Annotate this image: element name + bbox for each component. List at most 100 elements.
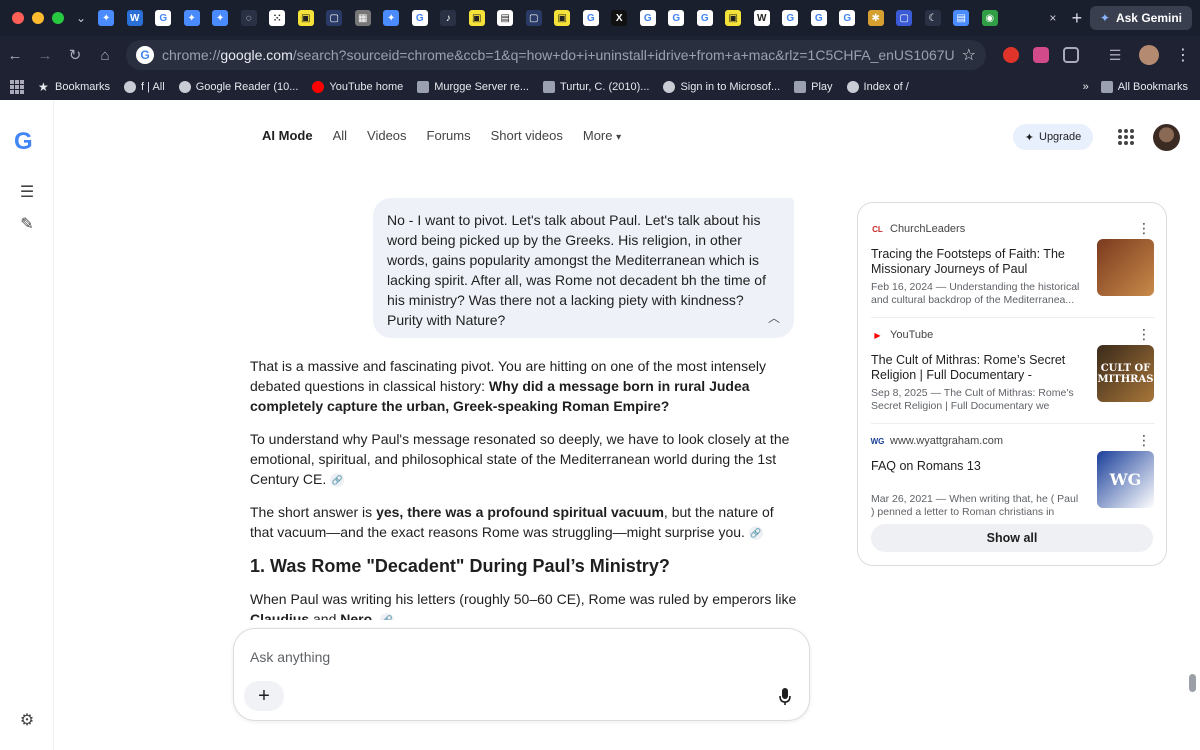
source-title[interactable]: Tracing the Footsteps of Faith: The Miss…	[871, 247, 1083, 277]
google-icon: G	[839, 10, 856, 26]
browser-tab[interactable]: ♪	[434, 0, 463, 36]
chevron-up-icon[interactable]: ︿	[768, 308, 780, 328]
browser-tab[interactable]: W	[121, 0, 150, 36]
bookmark-item[interactable]: Murgge Server re...	[417, 81, 529, 93]
browser-tab[interactable]: ☾	[919, 0, 948, 36]
tab-short-videos[interactable]: Short videos	[491, 128, 563, 143]
browser-tab[interactable]: ▣	[548, 0, 577, 36]
bookmark-item[interactable]: ★ Bookmarks	[38, 81, 110, 93]
browser-tab[interactable]: ▣	[719, 0, 748, 36]
bookmark-item[interactable]: Turtur, C. (2010)...	[543, 81, 649, 93]
source-thumbnail[interactable]	[1097, 239, 1154, 296]
browser-tab[interactable]: ▢	[890, 0, 919, 36]
bookmark-item[interactable]: Sign in to Microsof...	[663, 81, 780, 93]
profile-avatar-icon[interactable]	[1136, 42, 1162, 68]
browser-tab[interactable]: ✦	[206, 0, 235, 36]
minimize-window-icon[interactable]	[32, 12, 44, 24]
close-window-icon[interactable]	[12, 12, 24, 24]
browser-tab[interactable]: ✱	[862, 0, 891, 36]
source-card[interactable]: WG www.wyattgraham.com ⋮ FAQ on Romans 13 Ma…	[871, 433, 1155, 533]
source-card[interactable]: ▶ YouTube ⋮ The Cult of Mithras: Rome’s Sec…	[871, 327, 1155, 427]
extensions-puzzle-icon[interactable]	[1058, 42, 1084, 68]
forward-icon[interactable]: →	[30, 40, 60, 70]
more-options-icon[interactable]: ⋮	[1137, 327, 1151, 341]
ask-anything-input[interactable]	[250, 649, 770, 665]
extension-red-icon[interactable]	[998, 42, 1024, 68]
browser-tab[interactable]: ✦	[178, 0, 207, 36]
reading-list-icon[interactable]: ☰	[1102, 42, 1128, 68]
address-url[interactable]: chrome://google.com/search?sourceid=chro…	[162, 47, 954, 63]
browser-tab[interactable]: G	[691, 0, 720, 36]
browser-tab[interactable]: ⁙	[263, 0, 292, 36]
back-icon[interactable]: ←	[0, 40, 30, 70]
new-chat-icon[interactable]: ✎	[17, 214, 37, 234]
browser-tab[interactable]: ▤	[491, 0, 520, 36]
bookmark-item[interactable]: f | All	[124, 81, 165, 93]
bookmarks-overflow-icon[interactable]: »	[1083, 81, 1089, 93]
bookmark-star-icon[interactable]: ☆	[962, 45, 976, 65]
browser-tab[interactable]: G	[833, 0, 862, 36]
browser-tab[interactable]: ◉	[976, 0, 1005, 36]
extension-pink-icon[interactable]	[1028, 42, 1054, 68]
microphone-icon[interactable]	[777, 687, 793, 707]
tab-all[interactable]: All	[333, 128, 347, 143]
browser-tab[interactable]: G	[805, 0, 834, 36]
tab-videos[interactable]: Videos	[367, 128, 407, 143]
browser-tab[interactable]: W	[748, 0, 777, 36]
more-options-icon[interactable]: ⋮	[1137, 221, 1151, 235]
browser-tab[interactable]: ✦	[92, 0, 121, 36]
page-scrollbar[interactable]	[1189, 674, 1196, 692]
tab-search-chevron-icon[interactable]: ⌄	[70, 11, 92, 25]
browser-tab[interactable]: G	[149, 0, 178, 36]
add-attachment-button[interactable]: +	[244, 681, 284, 711]
tab-more[interactable]: More ▾	[583, 128, 621, 143]
settings-icon[interactable]: ⚙	[17, 710, 37, 730]
google-logo-icon[interactable]: G	[14, 130, 38, 154]
menu-icon[interactable]: ☰	[17, 182, 37, 202]
bookmark-item[interactable]: Index of /	[846, 81, 909, 93]
source-thumbnail[interactable]: CULT OF MITHRAS	[1097, 345, 1154, 402]
more-options-icon[interactable]: ⋮	[1137, 433, 1151, 447]
browser-tab[interactable]: ▣	[463, 0, 492, 36]
link-icon[interactable]: 🔗	[748, 526, 763, 541]
maximize-window-icon[interactable]	[52, 12, 64, 24]
link-icon[interactable]: 🔗	[330, 473, 345, 488]
search-mode-tabs: AI Mode All Videos Forums Short videos M…	[262, 128, 621, 143]
gemini-icon: ✦	[1099, 11, 1110, 25]
browser-tab[interactable]: ▦	[349, 0, 378, 36]
browser-tab[interactable]: G	[634, 0, 663, 36]
browser-tab[interactable]: ▢	[320, 0, 349, 36]
all-bookmarks-button[interactable]: All Bookmarks	[1100, 81, 1188, 93]
account-avatar[interactable]	[1153, 124, 1180, 151]
ask-gemini-button[interactable]: ✦ Ask Gemini	[1089, 6, 1192, 30]
chrome-menu-icon[interactable]: ⋮	[1170, 42, 1196, 68]
browser-tab[interactable]: G	[662, 0, 691, 36]
browser-tab[interactable]: G	[577, 0, 606, 36]
source-title[interactable]: The Cult of Mithras: Rome’s Secret Relig…	[871, 353, 1083, 383]
reload-icon[interactable]: ↻	[60, 40, 90, 70]
tab-ai-mode[interactable]: AI Mode	[262, 128, 313, 143]
browser-tab[interactable]: ✦	[377, 0, 406, 36]
browser-tab[interactable]: ▢	[520, 0, 549, 36]
browser-tab[interactable]: ▤	[947, 0, 976, 36]
close-tab-icon[interactable]: ×	[1042, 11, 1064, 25]
address-bar[interactable]: G chrome://google.com/search?sourceid=ch…	[126, 40, 986, 70]
browser-tab[interactable]: ▣	[292, 0, 321, 36]
tab-forums[interactable]: Forums	[427, 128, 471, 143]
source-card[interactable]: CL ChurchLeaders ⋮ Tracing the Footsteps of…	[871, 221, 1155, 321]
source-title[interactable]: FAQ on Romans 13	[871, 459, 1083, 489]
ai-answer: That is a massive and fascinating pivot.…	[250, 356, 798, 642]
home-icon[interactable]: ⌂	[90, 40, 120, 70]
bookmark-item[interactable]: Google Reader (10...	[178, 81, 298, 93]
google-apps-icon[interactable]	[1118, 129, 1134, 145]
browser-tab[interactable]: ◌	[235, 0, 264, 36]
source-thumbnail[interactable]: WG	[1097, 451, 1154, 508]
bookmark-item[interactable]: Play	[794, 81, 833, 93]
apps-grid-icon[interactable]	[10, 80, 24, 94]
browser-tab[interactable]: G	[406, 0, 435, 36]
bookmark-item[interactable]: YouTube home	[312, 81, 403, 93]
upgrade-button[interactable]: ✦ Upgrade	[1013, 124, 1093, 150]
new-tab-button[interactable]: +	[1064, 8, 1090, 29]
browser-tab[interactable]: G	[776, 0, 805, 36]
browser-tab[interactable]: X	[605, 0, 634, 36]
